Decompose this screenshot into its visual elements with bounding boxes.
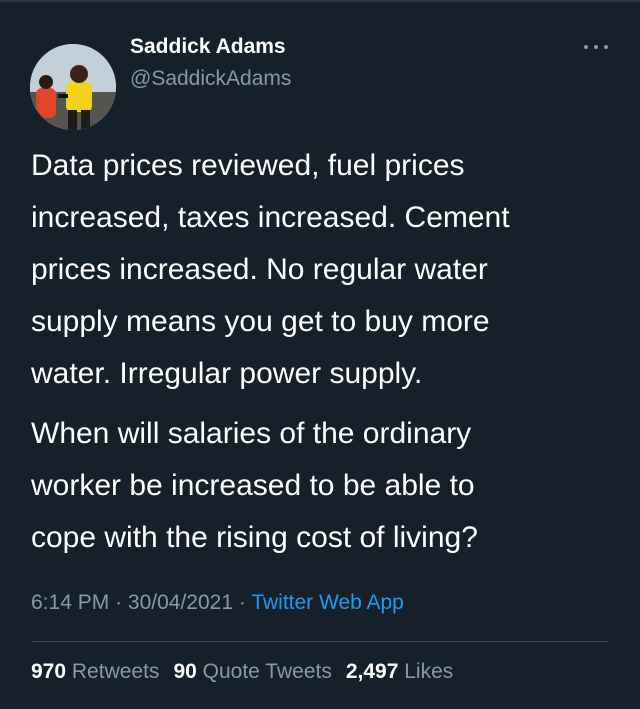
meta-separator: · bbox=[238, 591, 246, 614]
more-dot bbox=[594, 45, 598, 49]
more-dot bbox=[584, 45, 588, 49]
tweet-paragraph: Data prices reviewed, fuel prices increa… bbox=[31, 149, 510, 390]
tweet-stats: 970 Retweets 90 Quote Tweets 2,497 Likes bbox=[31, 660, 467, 684]
tweet-paragraph: When will salaries of the ordinary worke… bbox=[31, 417, 478, 554]
retweets-label: Retweets bbox=[71, 660, 160, 683]
likes-label: Likes bbox=[404, 660, 454, 683]
more-horizontal-icon[interactable] bbox=[584, 42, 608, 52]
more-dot bbox=[604, 45, 608, 49]
top-border bbox=[0, 0, 640, 2]
retweets-stat[interactable]: 970 Retweets bbox=[31, 660, 159, 683]
likes-stat[interactable]: 2,497 Likes bbox=[346, 660, 453, 683]
tweet-time[interactable]: 6:14 PM bbox=[31, 591, 109, 614]
quote-tweets-count: 90 bbox=[173, 660, 197, 683]
tweet-header: Saddick Adams @SaddickAdams bbox=[30, 16, 610, 130]
likes-count: 2,497 bbox=[345, 660, 399, 683]
tweet-metadata: 6:14 PM · 30/04/2021 · Twitter Web App bbox=[31, 591, 404, 615]
avatar-image bbox=[30, 44, 116, 130]
quote-tweets-stat[interactable]: 90 Quote Tweets bbox=[173, 660, 331, 683]
tweet-date[interactable]: 30/04/2021 bbox=[128, 591, 233, 614]
quote-tweets-label: Quote Tweets bbox=[202, 660, 332, 683]
tweet-text: Data prices reviewed, fuel prices increa… bbox=[31, 140, 611, 572]
avatar[interactable] bbox=[30, 44, 116, 130]
author-display-name[interactable]: Saddick Adams bbox=[130, 35, 286, 59]
author-handle[interactable]: @SaddickAdams bbox=[130, 67, 291, 91]
tweet-source-link[interactable]: Twitter Web App bbox=[251, 591, 404, 614]
divider bbox=[31, 641, 609, 642]
meta-separator: · bbox=[115, 591, 123, 614]
retweets-count: 970 bbox=[31, 660, 67, 683]
